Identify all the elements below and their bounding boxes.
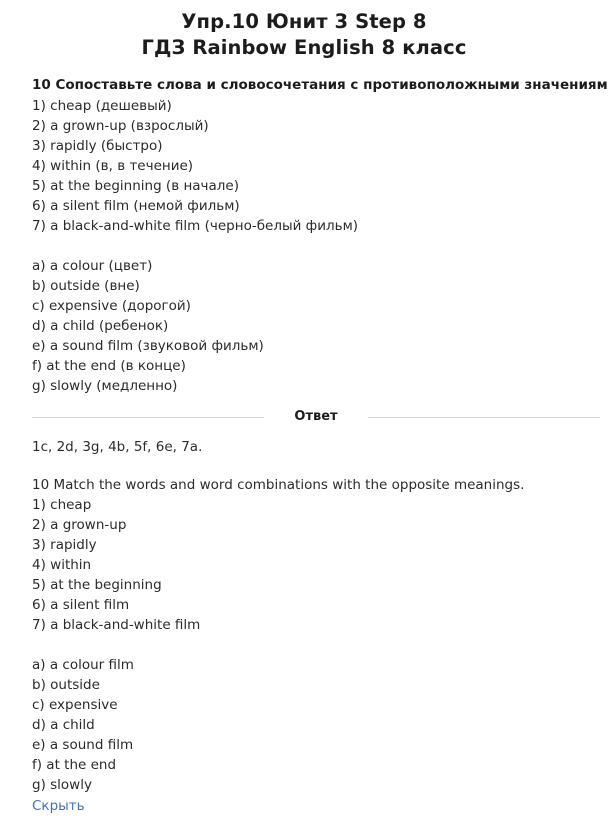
divider-rule-left: [32, 416, 265, 418]
task-ru-lettered-list: a) a colour (цвет) b) outside (вне) c) e…: [32, 256, 596, 396]
answer-gap: [32, 457, 596, 475]
page-title: Упр.10 Юнит 3 Step 8 ГДЗ Rainbow English…: [0, 0, 608, 61]
divider-rule-right: [367, 416, 601, 418]
list-item: 5) at the beginning: [32, 577, 162, 593]
list-item: 7) a black-and-white film: [32, 617, 201, 633]
list-item: d) a child: [32, 717, 95, 733]
list-item: 6) a silent film: [32, 597, 130, 613]
list-item: 6) a silent film (немой фильм): [32, 198, 240, 214]
page-root: Упр.10 Юнит 3 Step 8 ГДЗ Rainbow English…: [0, 0, 608, 827]
list-item: 5) at the beginning (в начале): [32, 178, 239, 194]
list-item: 1) cheap (дешевый): [32, 98, 172, 114]
hide-answer-link[interactable]: Скрыть: [32, 796, 85, 816]
answer-divider: Ответ: [0, 409, 608, 425]
list-item: c) expensive (дорогой): [32, 298, 191, 314]
list-item: c) expensive: [32, 697, 118, 713]
list-item: g) slowly: [32, 777, 92, 793]
list-item: g) slowly (медленно): [32, 378, 178, 394]
answer-content: 1c, 2d, 3g, 4b, 5f, 6e, 7a. 10 Match the…: [0, 437, 608, 816]
list-item: b) outside (вне): [32, 278, 140, 294]
list-item: 4) within: [32, 557, 92, 573]
task-en-lettered-list: a) a colour film b) outside c) expensive…: [32, 655, 596, 795]
answer-divider-label: Ответ: [294, 409, 338, 424]
list-item: f) at the end (в конце): [32, 358, 186, 374]
task-ru-heading: 10 Сопоставьте слова и словосочетания с …: [32, 77, 608, 93]
task-en-numbered-list: 1) cheap 2) a grown-up 3) rapidly 4) wit…: [32, 495, 596, 635]
task-ru-numbered-list: 1) cheap (дешевый) 2) a grown-up (взросл…: [32, 96, 596, 236]
list-item: e) a sound film: [32, 737, 134, 753]
exercise-content: 10 Сопоставьте слова и словосочетания с …: [0, 75, 608, 396]
list-item: e) a sound film (звуковой фильм): [32, 338, 264, 354]
list-item: d) a child (ребенок): [32, 318, 169, 334]
list-item: f) at the end: [32, 757, 117, 773]
list-item: 1) cheap: [32, 497, 92, 513]
task-en-heading: 10 Match the words and word combinations…: [32, 477, 525, 493]
list-item: 4) within (в, в течение): [32, 158, 194, 174]
list-item: 3) rapidly: [32, 537, 97, 553]
list-item: 3) rapidly (быстро): [32, 138, 163, 154]
answer-key: 1c, 2d, 3g, 4b, 5f, 6e, 7a.: [32, 439, 203, 455]
list-item: a) a colour (цвет): [32, 258, 153, 274]
page-title-line-2: ГДЗ Rainbow English 8 класс: [141, 36, 467, 59]
list-item: 7) a black-and-white film (черно-белый ф…: [32, 218, 359, 234]
list-item: 2) a grown-up (взрослый): [32, 118, 209, 134]
list-item: a) a colour film: [32, 657, 134, 673]
list-item: 2) a grown-up: [32, 517, 127, 533]
page-title-line-1: Упр.10 Юнит 3 Step 8: [181, 10, 427, 33]
list-item: b) outside: [32, 677, 100, 693]
